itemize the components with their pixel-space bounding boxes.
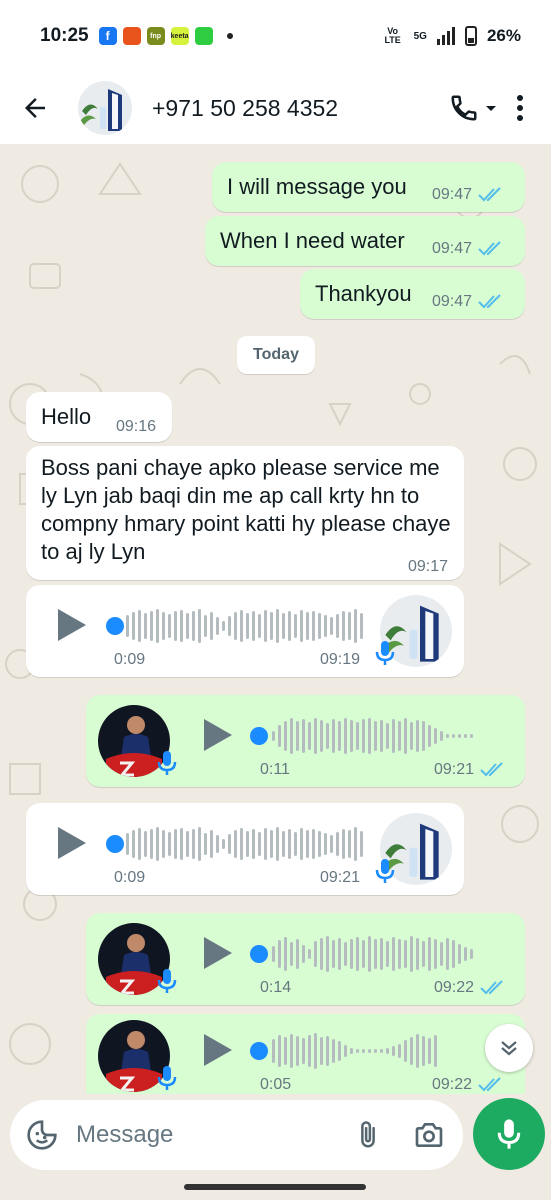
- message-time: 09:22: [434, 979, 475, 996]
- play-button[interactable]: [204, 1034, 232, 1066]
- message-composer: [10, 1100, 463, 1170]
- grocery-app-icon: [122, 27, 141, 45]
- play-button[interactable]: [58, 609, 86, 641]
- voice-waveform[interactable]: [272, 934, 473, 974]
- outgoing-message[interactable]: I will message you 09:47: [212, 162, 525, 212]
- battery-icon: [464, 26, 477, 46]
- notification-icons: f fnp keeta: [98, 27, 233, 45]
- emoji-sticker-button[interactable]: [26, 1119, 58, 1151]
- incoming-voice-message[interactable]: 0:09 09:21: [26, 803, 464, 895]
- mic-icon: [157, 969, 177, 993]
- phone-icon: [451, 95, 477, 121]
- date-divider: Today: [237, 336, 315, 374]
- mic-icon: [497, 1119, 521, 1149]
- double-check-read-icon: [478, 1077, 501, 1092]
- message-time: 09:21: [320, 869, 361, 886]
- fnp-icon: fnp: [146, 27, 165, 45]
- attach-button[interactable]: [353, 1120, 383, 1150]
- voice-call-button[interactable]: [449, 88, 499, 128]
- mic-icon: [375, 859, 395, 883]
- message-input-bar: [0, 1094, 551, 1176]
- outgoing-voice-message[interactable]: 0:14 09:22: [86, 913, 525, 1005]
- app-icon: [194, 27, 213, 45]
- message-text: When I need water: [220, 228, 405, 253]
- message-text: Hello: [41, 404, 92, 429]
- system-navigation-bar: [0, 1176, 551, 1200]
- voice-waveform[interactable]: [272, 1031, 437, 1071]
- incoming-message[interactable]: Boss pani chaye apko please service me l…: [26, 446, 464, 580]
- double-check-read-icon: [478, 294, 501, 309]
- mic-icon: [157, 751, 177, 775]
- scroll-to-bottom-button[interactable]: [485, 1024, 533, 1072]
- message-text: Thankyou: [315, 281, 412, 306]
- message-time: 09:17: [408, 558, 449, 575]
- status-bar: 10:25 f fnp keeta Vo LTE 5G 26%: [0, 0, 551, 72]
- outgoing-message[interactable]: Thankyou 09:47: [300, 269, 525, 319]
- message-text: I will message you: [227, 174, 407, 199]
- message-time: 09:21: [434, 761, 475, 778]
- play-button[interactable]: [204, 937, 232, 969]
- kebab-menu-icon: [517, 95, 523, 121]
- more-notifications-dot: [226, 33, 233, 39]
- play-button[interactable]: [58, 827, 86, 859]
- message-text: Boss pani chaye apko please service me l…: [41, 455, 451, 564]
- voice-progress-dot[interactable]: [106, 835, 124, 853]
- volte-indicator: Vo LTE: [384, 26, 401, 45]
- voice-progress-dot[interactable]: [250, 1042, 268, 1060]
- voice-record-button[interactable]: [473, 1098, 545, 1170]
- back-arrow-icon: [25, 98, 45, 118]
- message-time: 09:19: [320, 651, 361, 668]
- outgoing-voice-message[interactable]: 0:05 09:22: [86, 1014, 525, 1094]
- home-gesture-bar[interactable]: [184, 1184, 366, 1190]
- message-input[interactable]: [76, 1121, 316, 1149]
- double-chevron-down-icon: [501, 1041, 517, 1056]
- outgoing-voice-message[interactable]: 0:11 09:21: [86, 695, 525, 787]
- voice-progress-dot[interactable]: [250, 727, 268, 745]
- incoming-voice-message[interactable]: 0:09 09:19: [26, 585, 464, 677]
- voice-duration: 0:11: [260, 761, 290, 778]
- message-time: 09:47: [432, 240, 473, 257]
- double-check-read-icon: [480, 762, 503, 777]
- status-time: 10:25: [40, 25, 89, 46]
- voice-duration: 0:09: [114, 651, 146, 668]
- message-time: 09:16: [116, 418, 157, 435]
- voice-waveform[interactable]: [272, 716, 473, 756]
- double-check-read-icon: [480, 980, 503, 995]
- sticker-icon: [27, 1120, 57, 1150]
- chat-header: +971 50 258 4352: [0, 72, 551, 144]
- outgoing-message[interactable]: When I need water 09:47: [205, 216, 525, 266]
- voice-waveform[interactable]: [126, 824, 363, 864]
- contact-avatar[interactable]: [78, 81, 132, 135]
- voice-progress-dot[interactable]: [106, 617, 124, 635]
- caret-down-icon: [486, 106, 496, 111]
- chat-area[interactable]: I will message you 09:47 When I need wat…: [0, 144, 551, 1094]
- double-check-read-icon: [478, 187, 501, 202]
- message-time: 09:22: [432, 1076, 473, 1093]
- voice-progress-dot[interactable]: [250, 945, 268, 963]
- incoming-message[interactable]: Hello 09:16: [26, 392, 172, 442]
- signal-icon: [436, 27, 455, 45]
- contact-avatar-image: [78, 81, 132, 135]
- network-type: 5G: [413, 30, 427, 42]
- message-time: 09:47: [432, 186, 473, 203]
- paperclip-icon: [361, 1121, 375, 1148]
- more-options-button[interactable]: [505, 88, 535, 128]
- voice-waveform[interactable]: [126, 606, 363, 646]
- contact-name[interactable]: +971 50 258 4352: [152, 95, 338, 122]
- mic-icon: [157, 1066, 177, 1090]
- back-button[interactable]: [0, 72, 70, 144]
- voice-duration: 0:09: [114, 869, 146, 886]
- voice-duration: 0:05: [260, 1076, 292, 1093]
- mic-icon: [375, 641, 395, 665]
- message-time: 09:47: [432, 293, 473, 310]
- camera-button[interactable]: [413, 1119, 445, 1151]
- keeta-icon: keeta: [170, 27, 189, 45]
- facebook-icon: f: [98, 27, 117, 45]
- battery-level: 26%: [486, 26, 521, 45]
- double-check-read-icon: [478, 241, 501, 256]
- voice-duration: 0:14: [260, 979, 292, 996]
- camera-icon: [415, 1123, 443, 1147]
- play-button[interactable]: [204, 719, 232, 751]
